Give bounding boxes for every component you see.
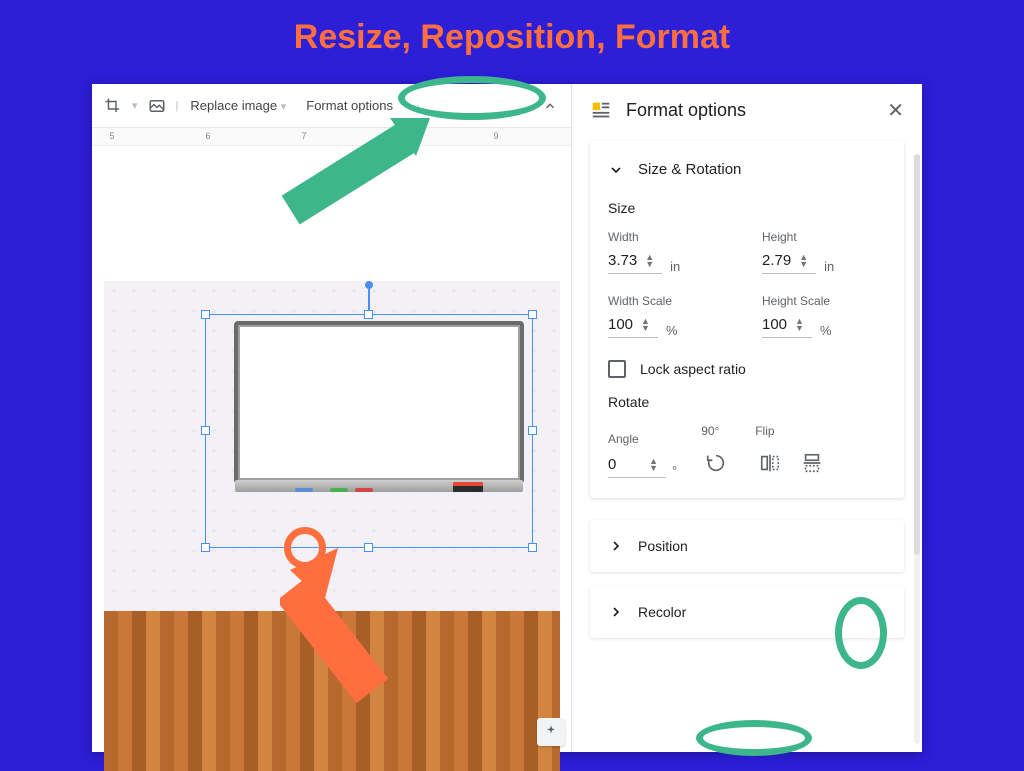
explore-button[interactable] — [537, 718, 565, 746]
stepper-icon[interactable]: ▲▼ — [799, 254, 808, 268]
recolor-section-header[interactable]: Recolor — [590, 586, 904, 638]
checkbox-label: Lock aspect ratio — [640, 361, 746, 377]
dropdown-caret-icon[interactable]: ▾ — [132, 99, 138, 112]
panel-title: Format options — [626, 100, 746, 121]
size-subheading: Size — [608, 200, 886, 216]
unit-label: ° — [672, 463, 677, 478]
angle-field: Angle 0 ▲▼ ° — [608, 432, 677, 478]
whiteboard — [234, 321, 524, 484]
flip-horizontal-icon[interactable] — [755, 448, 785, 478]
ruler-tick-label: 9 — [493, 131, 498, 141]
input-value: 2.79 — [762, 252, 791, 269]
field-label: Height — [762, 230, 886, 244]
format-options-panel: Format options ✕ Size & Rotation Size Wi… — [572, 84, 922, 752]
field-label: Angle — [608, 432, 677, 446]
chevron-right-icon — [608, 604, 624, 620]
section-heading: Recolor — [638, 604, 686, 620]
flip-vertical-icon[interactable] — [797, 448, 827, 478]
width-field: Width 3.73 ▲▼ in — [608, 230, 732, 274]
ruler-tick-label: 5 — [109, 131, 114, 141]
field-label: Flip — [755, 424, 827, 438]
width-scale-input[interactable]: 100 ▲▼ — [608, 316, 658, 338]
input-value: 100 — [762, 316, 787, 333]
chevron-right-icon — [608, 538, 624, 554]
separator: | — [176, 100, 179, 112]
field-label: Height Scale — [762, 294, 886, 308]
unit-label: % — [820, 323, 832, 338]
close-icon[interactable]: ✕ — [887, 98, 904, 123]
angle-input[interactable]: 0 ▲▼ — [608, 456, 666, 478]
height-field: Height 2.79 ▲▼ in — [762, 230, 886, 274]
app-window: ▾ | Replace image ▾ Format options ⋯ 5 6… — [92, 84, 922, 752]
panel-header: Format options ✕ — [572, 84, 922, 133]
size-rotation-section: Size & Rotation Size Width 3.73 ▲▼ in — [590, 141, 904, 498]
rotate-90-group: 90° — [701, 424, 731, 478]
callout-arrow-green — [240, 108, 430, 268]
input-value: 3.73 — [608, 252, 637, 269]
section-heading: Size & Rotation — [638, 161, 741, 178]
lock-aspect-ratio-toggle[interactable]: Lock aspect ratio — [608, 360, 886, 378]
collapse-toolbar-icon[interactable] — [539, 95, 561, 117]
mask-image-icon[interactable] — [146, 95, 168, 117]
field-label: Width — [608, 230, 732, 244]
height-input[interactable]: 2.79 ▲▼ — [762, 252, 816, 274]
stepper-icon[interactable]: ▲▼ — [795, 318, 804, 332]
checkbox-icon — [608, 360, 626, 378]
stepper-icon[interactable]: ▲▼ — [645, 254, 654, 268]
rotate-subheading: Rotate — [608, 394, 886, 410]
ruler-tick-label: 6 — [205, 131, 210, 141]
size-rotation-header[interactable]: Size & Rotation — [608, 161, 886, 178]
panel-scroll[interactable]: Size & Rotation Size Width 3.73 ▲▼ in — [572, 133, 922, 752]
field-label: 90° — [701, 424, 731, 438]
field-label: Width Scale — [608, 294, 732, 308]
unit-label: in — [670, 259, 680, 274]
position-section-header[interactable]: Position — [590, 520, 904, 572]
callout-arrow-red — [280, 548, 430, 718]
stepper-icon[interactable]: ▲▼ — [641, 318, 650, 332]
unit-label: in — [824, 259, 834, 274]
width-scale-field: Width Scale 100 ▲▼ % — [608, 294, 732, 338]
panel-scrollbar[interactable] — [914, 154, 920, 744]
input-value: 100 — [608, 316, 633, 333]
width-input[interactable]: 3.73 ▲▼ — [608, 252, 662, 274]
tutorial-title: Resize, Reposition, Format — [0, 18, 1024, 57]
chevron-down-icon — [608, 162, 624, 178]
stepper-icon[interactable]: ▲▼ — [649, 458, 658, 472]
flip-group: Flip — [755, 424, 827, 478]
crop-icon[interactable] — [102, 95, 124, 117]
input-value: 0 — [608, 456, 641, 473]
height-scale-input[interactable]: 100 ▲▼ — [762, 316, 812, 338]
rotate-90-icon[interactable] — [701, 448, 731, 478]
section-heading: Position — [638, 538, 688, 554]
format-options-icon — [590, 100, 612, 122]
unit-label: % — [666, 323, 678, 338]
height-scale-field: Height Scale 100 ▲▼ % — [762, 294, 886, 338]
